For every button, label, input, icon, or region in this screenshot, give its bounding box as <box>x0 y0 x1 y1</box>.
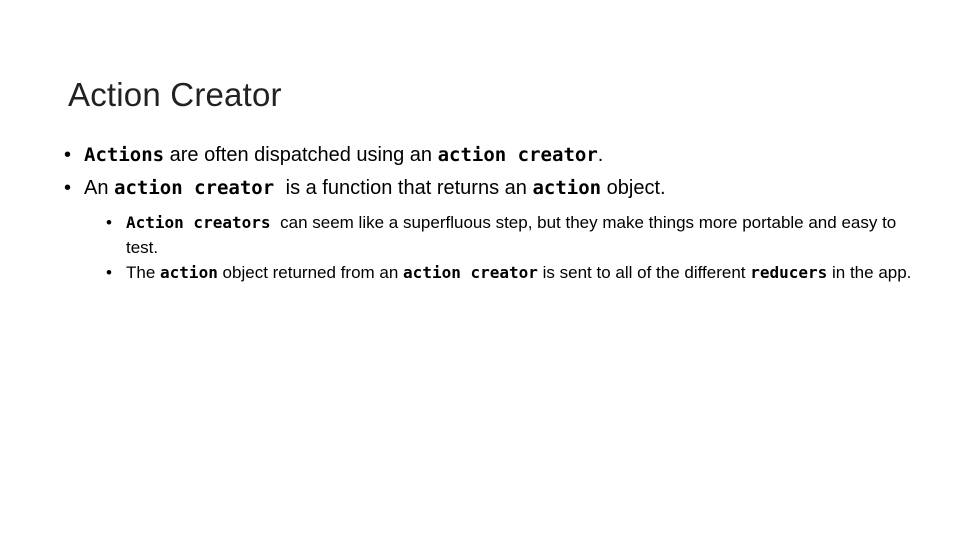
bullet-level1-1-text: Actions are often dispatched using an ac… <box>84 144 604 166</box>
bullet-marker: • <box>64 177 72 199</box>
slide-body: • Actions are often dispatched using an … <box>62 140 912 285</box>
page-title: Action Creator <box>68 76 282 114</box>
bullet-level2-1-text: Action creators can seem like a superflu… <box>126 213 897 257</box>
bullet-level2-1: • Action creators can seem like a superf… <box>106 210 912 260</box>
bullet-level1-1: • Actions are often dispatched using an … <box>62 140 912 171</box>
bullet-level2-2-text: The action object returned from an actio… <box>126 263 912 282</box>
bullet-marker: • <box>106 213 112 232</box>
bullet-level1-2: • An action creator is a function that r… <box>62 173 912 204</box>
bullet-marker: • <box>64 144 72 166</box>
bullet-level1-2-text: An action creator is a function that ret… <box>84 177 666 199</box>
sub-bullet-list: • Action creators can seem like a superf… <box>62 210 912 285</box>
slide: Action Creator • Actions are often dispa… <box>0 0 960 540</box>
bullet-level2-2: • The action object returned from an act… <box>106 260 912 285</box>
bullet-marker: • <box>106 263 112 282</box>
